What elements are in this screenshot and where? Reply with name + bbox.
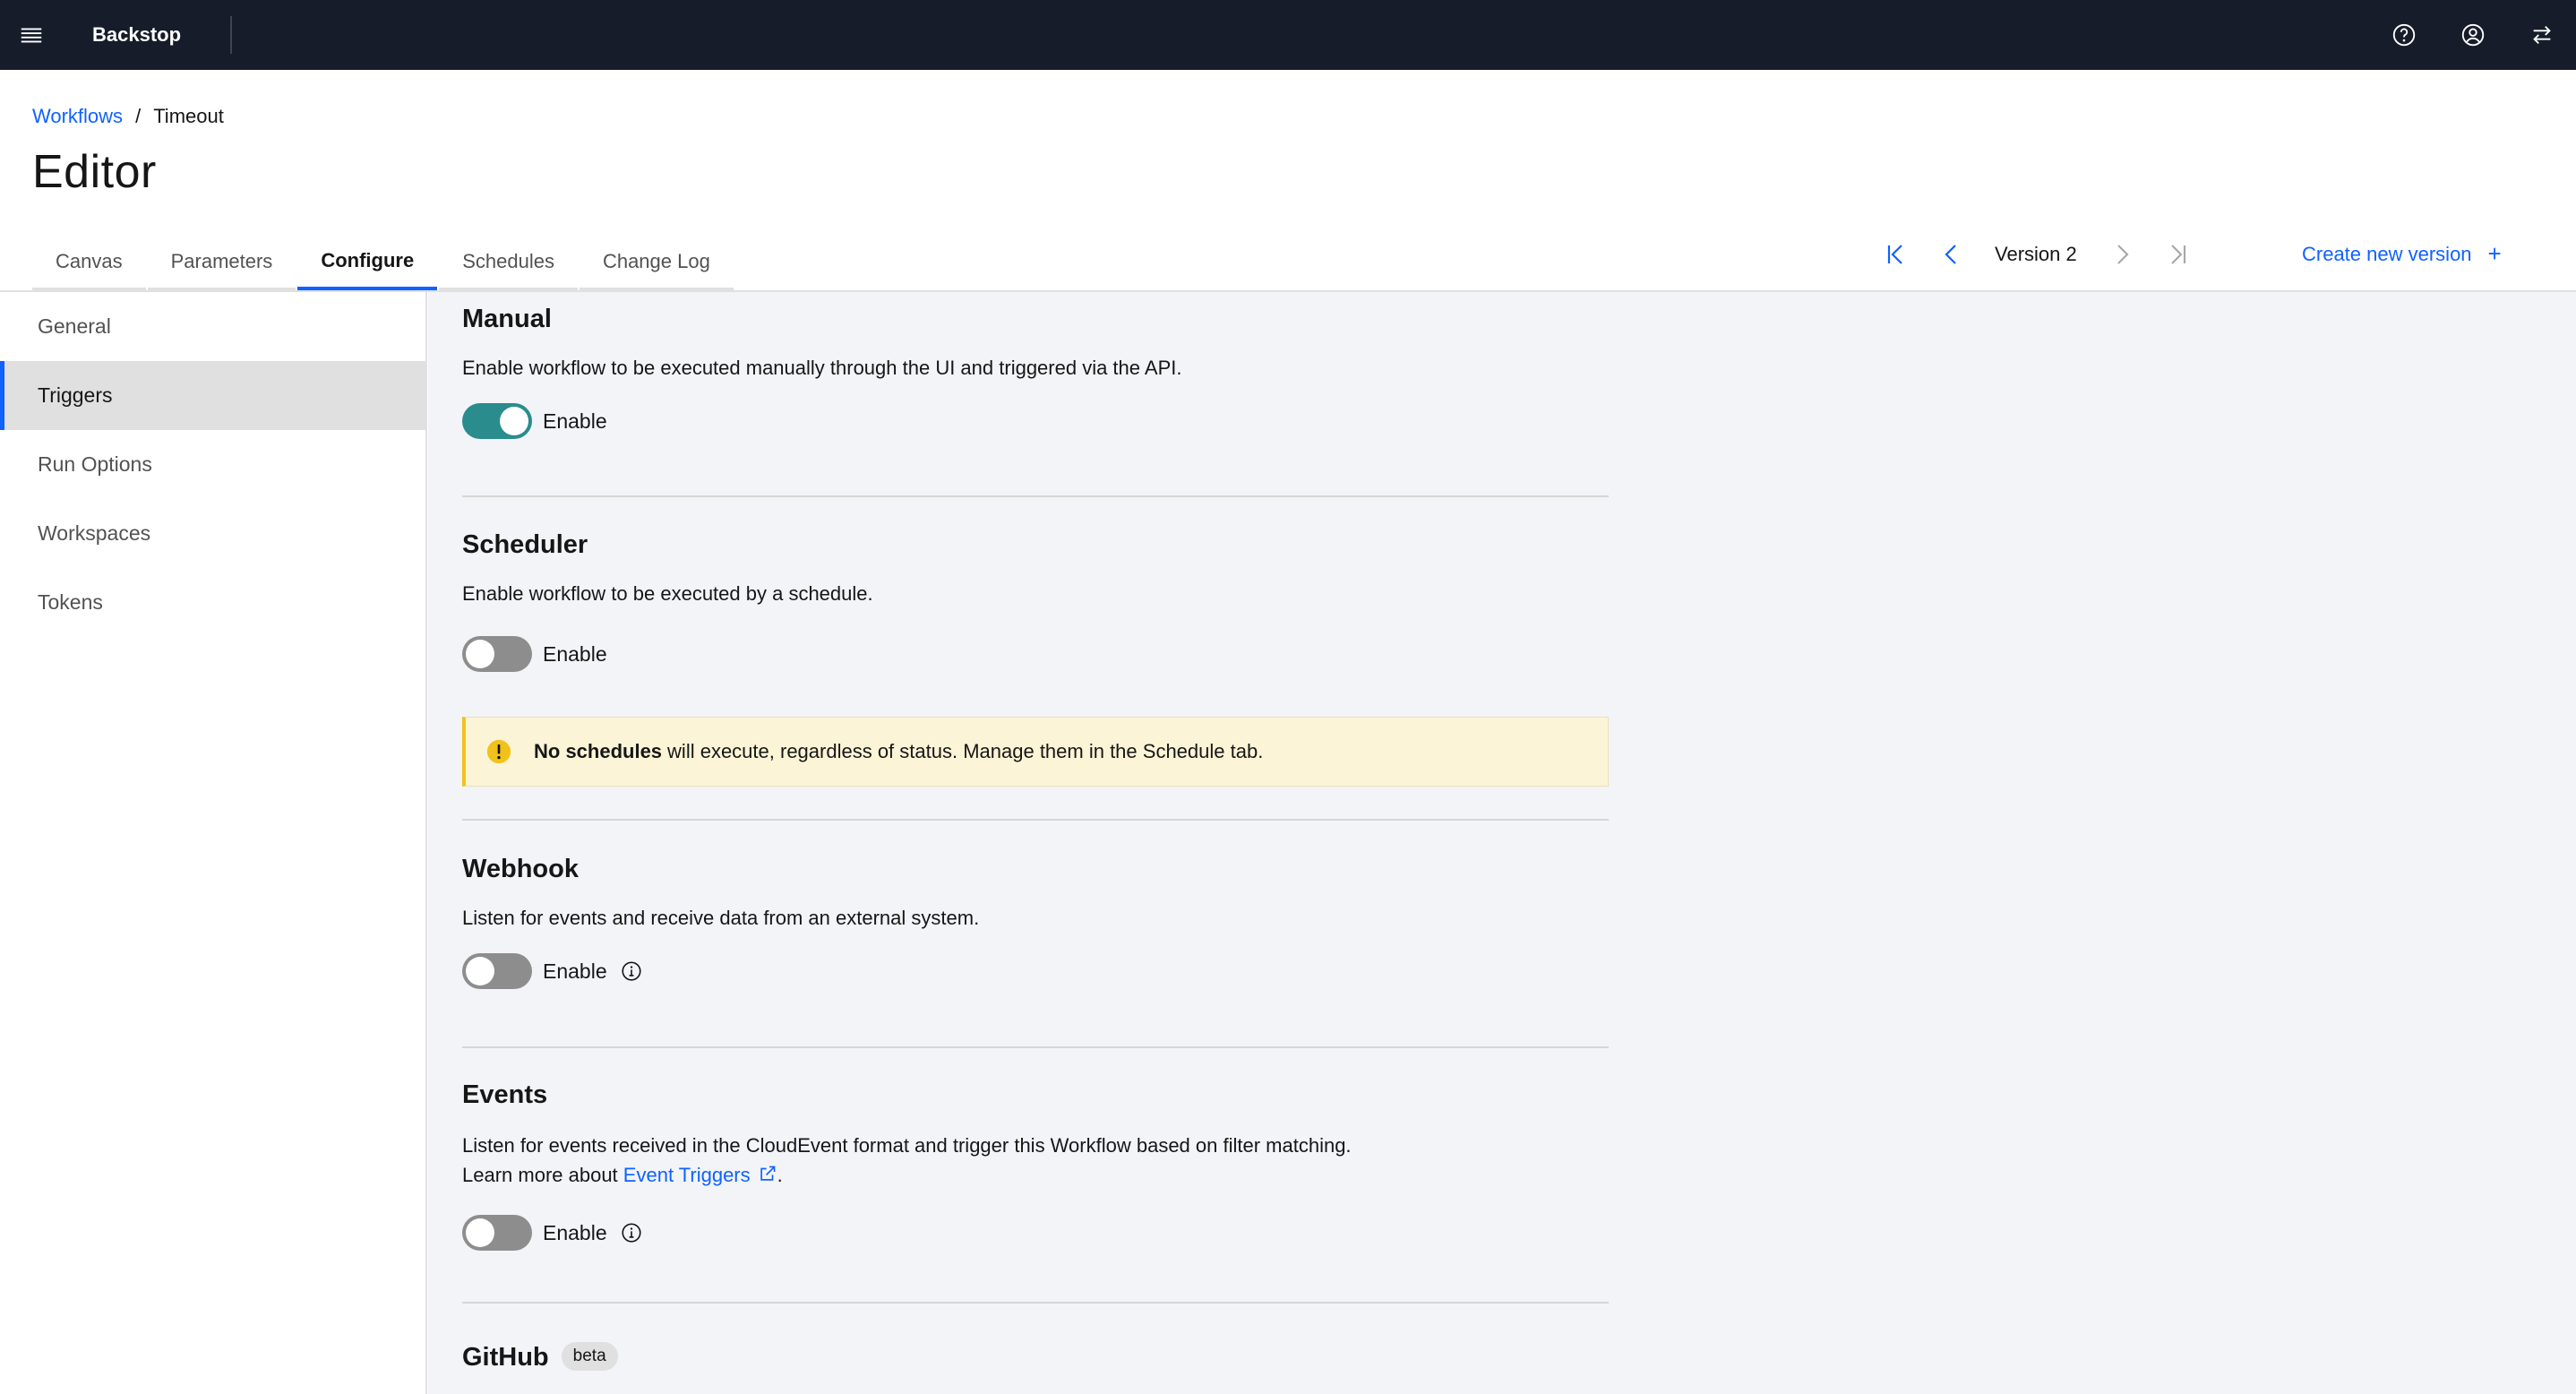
top-navigation-bar: Backstop — [0, 0, 2576, 70]
section-divider — [462, 819, 1609, 821]
events-trigger-section: Events Listen for events received in the… — [462, 1080, 1609, 1286]
webhook-toggle-row: Enable — [462, 953, 643, 989]
external-link-icon — [760, 1166, 776, 1181]
github-trigger-section: GitHub beta — [462, 1342, 1609, 1387]
webhook-enable-toggle[interactable] — [462, 953, 532, 989]
scheduler-enable-label: Enable — [543, 641, 607, 666]
section-divider — [462, 1046, 1609, 1048]
manual-trigger-section: Manual Enable workflow to be executed ma… — [462, 305, 1609, 502]
tab-schedules[interactable]: Schedules — [439, 235, 578, 290]
version-label: Version 2 — [1995, 243, 2077, 265]
notice-text: will execute, regardless of status. Mana… — [667, 740, 1264, 762]
previous-version-button[interactable] — [1932, 235, 1971, 274]
last-version-button[interactable] — [2158, 235, 2197, 274]
help-icon — [2392, 23, 2415, 47]
sidebar-item-run-options[interactable]: Run Options — [0, 430, 425, 499]
webhook-enable-label: Enable — [543, 959, 607, 983]
create-new-version-button[interactable]: Create new version + — [2302, 240, 2502, 268]
event-triggers-link-label: Event Triggers — [623, 1164, 751, 1186]
schedule-warning-notice: No schedules will execute, regardless of… — [462, 717, 1609, 787]
sidebar-item-workspaces[interactable]: Workspaces — [0, 499, 425, 568]
switcher-button[interactable] — [2507, 0, 2576, 70]
sidebar-item-general[interactable]: General — [0, 292, 425, 361]
toggle-knob — [466, 640, 494, 668]
tab-parameters[interactable]: Parameters — [147, 235, 296, 290]
events-toggle-row: Enable — [462, 1215, 643, 1251]
first-version-button[interactable] — [1876, 235, 1916, 274]
learn-more-text: Learn more about — [462, 1164, 618, 1186]
user-button[interactable] — [2438, 0, 2507, 70]
user-avatar-icon — [2461, 23, 2484, 47]
breadcrumb-workflows-link[interactable]: Workflows — [32, 105, 123, 128]
scheduler-toggle-row: Enable — [462, 636, 607, 672]
webhook-description: Listen for events and receive data from … — [462, 907, 980, 929]
toggle-knob — [466, 957, 494, 985]
breadcrumb-separator: / — [135, 105, 142, 127]
switcher-icon — [2532, 25, 2551, 45]
manual-toggle-row: Enable — [462, 403, 607, 439]
events-learn-more: Learn more about Event Triggers . — [462, 1160, 783, 1190]
toggle-knob — [466, 1218, 494, 1247]
notice-emphasis: No schedules — [534, 740, 663, 762]
toggle-knob — [500, 407, 528, 435]
information-icon[interactable] — [620, 1221, 643, 1244]
editor-tabs: Canvas Parameters Configure Schedules Ch… — [32, 235, 735, 290]
breadcrumb-current: Timeout — [153, 105, 224, 127]
section-divider — [462, 495, 1609, 497]
page-last-icon — [2170, 245, 2185, 264]
events-title: Events — [462, 1080, 548, 1109]
tab-configure[interactable]: Configure — [297, 235, 438, 290]
manual-description: Enable workflow to be executed manually … — [462, 357, 1182, 379]
tab-canvas[interactable]: Canvas — [32, 235, 146, 290]
scheduler-enable-toggle[interactable] — [462, 636, 532, 672]
warning-icon — [486, 739, 511, 764]
github-title: GitHub beta — [462, 1342, 1609, 1372]
configure-sidebar: General Triggers Run Options Workspaces … — [0, 292, 427, 1394]
chevron-left-icon — [1945, 245, 1956, 264]
brand-divider — [230, 16, 233, 54]
page-title: Editor — [32, 146, 157, 198]
app-name[interactable]: Backstop — [92, 23, 181, 47]
events-description: Listen for events received in the CloudE… — [462, 1134, 1352, 1157]
webhook-title: Webhook — [462, 855, 579, 883]
breadcrumb: Workflows / Timeout — [32, 105, 224, 128]
scheduler-title: Scheduler — [462, 530, 588, 559]
github-title-text: GitHub — [462, 1343, 549, 1372]
version-navigation: Version 2 — [1876, 235, 2197, 274]
event-triggers-link[interactable]: Event Triggers — [623, 1164, 777, 1186]
chevron-right-icon — [2117, 245, 2129, 264]
beta-tag: beta — [561, 1342, 618, 1371]
create-new-version-label: Create new version — [2302, 242, 2472, 265]
webhook-trigger-section: Webhook Listen for events and receive da… — [462, 855, 1609, 1034]
manual-title: Manual — [462, 305, 552, 333]
learn-more-period: . — [777, 1164, 783, 1186]
scheduler-description: Enable workflow to be executed by a sche… — [462, 582, 873, 605]
information-icon[interactable] — [620, 959, 643, 983]
triggers-panel: Manual Enable workflow to be executed ma… — [428, 292, 2576, 1394]
page-first-icon — [1887, 245, 1902, 264]
next-version-button[interactable] — [2102, 235, 2142, 274]
section-divider — [462, 1302, 1609, 1304]
manual-enable-toggle[interactable] — [462, 403, 532, 439]
sidebar-item-tokens[interactable]: Tokens — [0, 568, 425, 637]
hamburger-icon — [21, 28, 42, 43]
tab-change-log[interactable]: Change Log — [579, 235, 734, 290]
manual-enable-label: Enable — [543, 409, 607, 433]
top-actions — [2369, 0, 2576, 70]
events-enable-label: Enable — [543, 1220, 607, 1244]
menu-button[interactable] — [0, 0, 63, 70]
sidebar-item-triggers[interactable]: Triggers — [0, 361, 425, 430]
app-root: Backstop Workflows / Timeout Editor Canv… — [0, 0, 2576, 1394]
help-button[interactable] — [2369, 0, 2438, 70]
events-enable-toggle[interactable] — [462, 1215, 532, 1251]
scheduler-trigger-section: Scheduler Enable workflow to be executed… — [462, 530, 1609, 826]
add-icon: + — [2487, 240, 2502, 267]
